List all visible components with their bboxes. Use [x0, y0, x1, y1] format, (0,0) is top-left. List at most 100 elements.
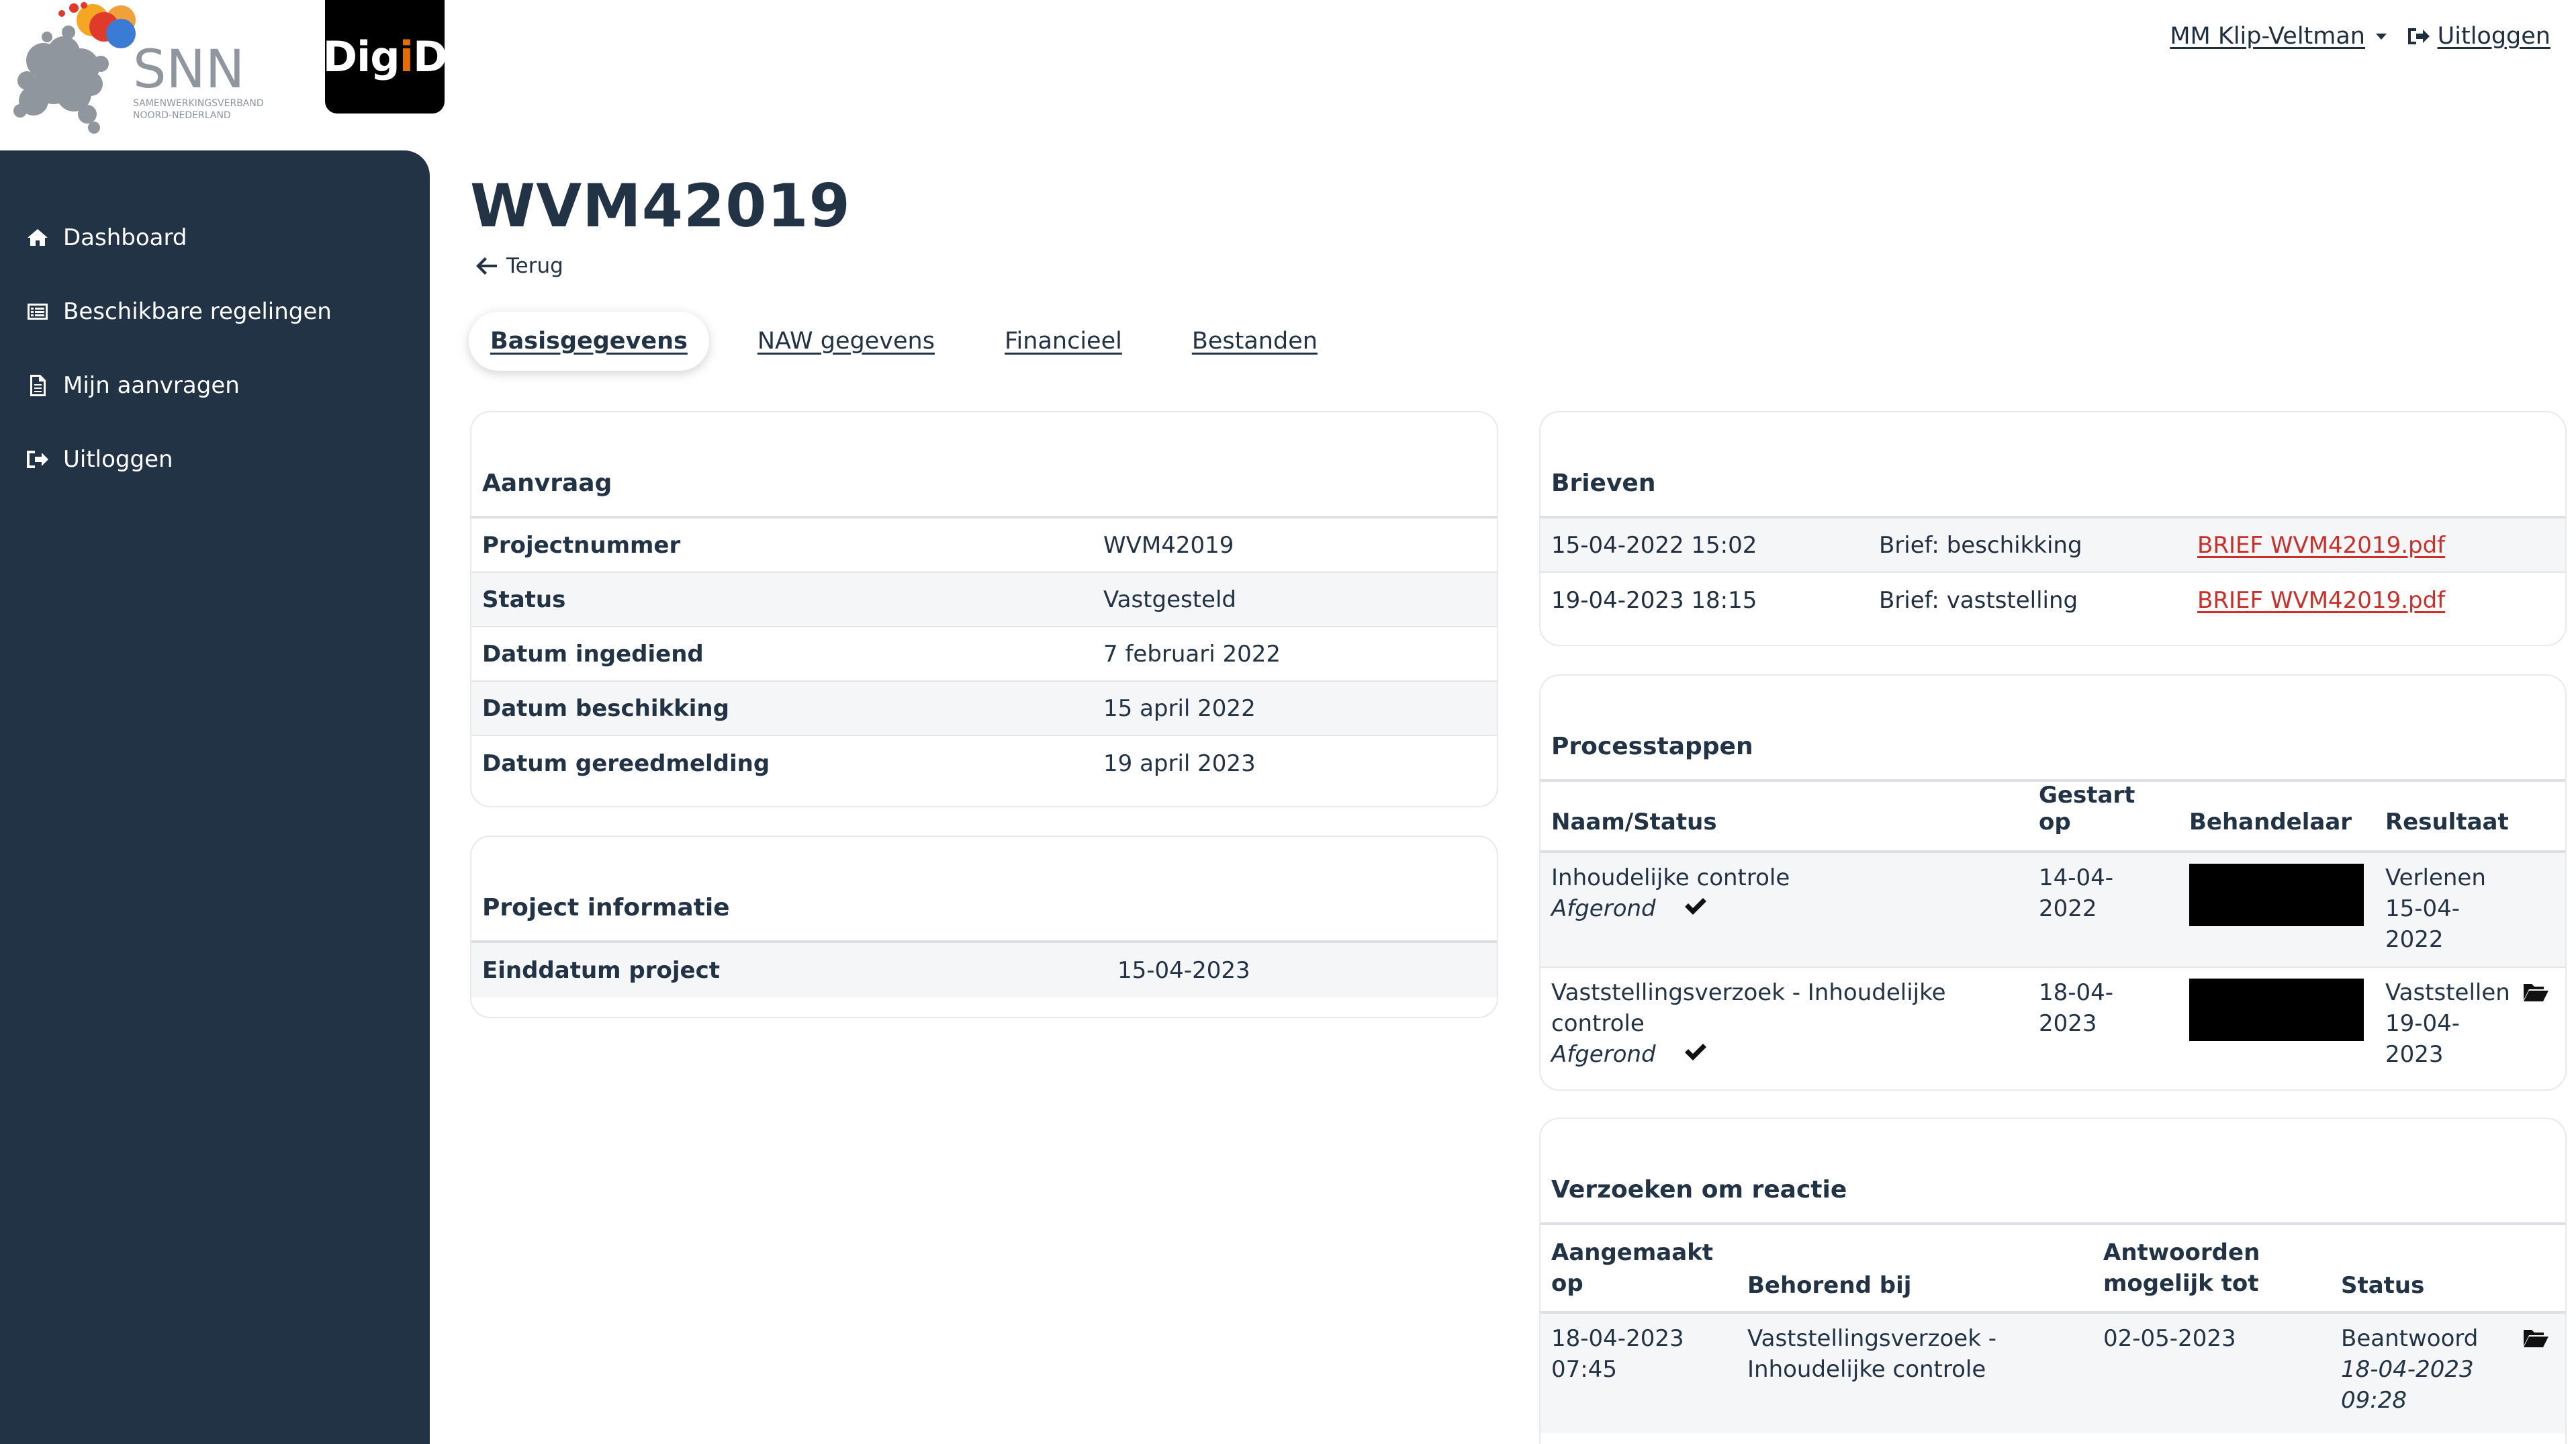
sidebar-item-mijn-aanvragen[interactable]: Mijn aanvragen: [26, 372, 240, 399]
aanvraag-card: Aanvraag Projectnummer WVM42019 Status Vas…: [470, 411, 1498, 807]
tab-naw-gegevens[interactable]: NAW gegevens: [736, 312, 956, 371]
sidebar: Dashboard Beschikbare regelingen Mijn aa…: [0, 150, 430, 1444]
step-started: 2023: [2039, 1010, 2097, 1037]
row-key: Datum beschikking: [482, 694, 729, 722]
request-related: Inhoudelijke controle: [1747, 1356, 1986, 1383]
table-header-row: Naam/Status Gestart op Behandelaar Resul…: [1540, 782, 2565, 852]
table-row: Datum ingediend 7 februari 2022: [471, 627, 1497, 682]
table-row: Einddatum project 15-04-2023: [471, 943, 1497, 997]
request-created: 07:45: [1551, 1356, 1617, 1383]
step-result-date: 2022: [2385, 926, 2444, 953]
brief-type: Brief: beschikking: [1879, 531, 2082, 559]
header-logout-link[interactable]: Uitloggen: [2407, 23, 2550, 50]
col-header: Gestart op: [2039, 782, 2135, 836]
sidebar-item-dashboard[interactable]: Dashboard: [26, 224, 187, 251]
table-row: 18-04-2023 07:45 Vaststellingsverzoek - In…: [1540, 1312, 2565, 1433]
sidebar-item-label: Dashboard: [63, 224, 187, 251]
sidebar-item-uitloggen[interactable]: Uitloggen: [26, 446, 173, 473]
sidebar-item-beschikbare-regelingen[interactable]: Beschikbare regelingen: [26, 298, 332, 325]
header-logout-label: Uitloggen: [2437, 23, 2550, 50]
row-key: Status: [482, 586, 566, 613]
table-row: Datum gereedmelding 19 april 2023: [471, 736, 1497, 791]
row-key: Datum ingediend: [482, 640, 704, 668]
brief-type: Brief: vaststelling: [1879, 586, 2078, 614]
sign-out-icon: [27, 451, 48, 468]
request-related: Vaststellingsverzoek -: [1747, 1325, 1996, 1352]
project-informatie-title: Project informatie: [471, 837, 1497, 943]
sign-out-icon: [2407, 28, 2430, 44]
aanvraag-rows: Projectnummer WVM42019 Status Vastgesteld …: [471, 518, 1497, 791]
request-status-date: 18-04-2023: [2341, 1356, 2474, 1383]
back-link[interactable]: Terug: [475, 254, 563, 278]
table-row: Status Vastgesteld: [471, 573, 1497, 627]
brief-date: 15-04-2022 15:02: [1551, 531, 1757, 559]
table-row: Projectnummer WVM42019: [471, 518, 1497, 573]
table-row: 15-04-2022 15:02 Brief: beschikking BRIE…: [1540, 518, 2565, 573]
tab-bar: Basisgegevens NAW gegevens Financieel Be…: [469, 312, 1366, 371]
document-icon: [30, 375, 46, 396]
verzoeken-card: Verzoeken om reactie Aangemaakt op Behore…: [1539, 1118, 2567, 1444]
step-result-date: 15-04-: [2385, 895, 2460, 922]
user-menu-dropdown[interactable]: MM Klip-Veltman: [2170, 23, 2387, 50]
verzoeken-table: Aangemaakt op Behorend bij Antwoorden moge…: [1540, 1225, 2565, 1433]
folder-open-icon[interactable]: [2522, 1326, 2549, 1357]
brief-file-link[interactable]: BRIEF WVM42019.pdf: [2197, 532, 2445, 559]
row-key: Einddatum project: [482, 956, 721, 984]
page-title: WVM42019: [470, 171, 851, 240]
row-value: 7 februari 2022: [1103, 640, 1281, 668]
col-header-text: mogelijk tot: [2103, 1270, 2259, 1297]
redacted-handler: [2189, 864, 2364, 926]
tab-financieel[interactable]: Financieel: [983, 312, 1144, 371]
table-row: Vaststellingsverzoek - Inhoudelijke cont…: [1540, 967, 2565, 1083]
row-value: 15-04-2023: [1117, 956, 1250, 984]
sidebar-item-label: Uitloggen: [63, 446, 173, 473]
col-header-text: op: [1551, 1270, 1583, 1297]
caret-down-icon: [2376, 33, 2387, 40]
list-icon: [28, 304, 48, 320]
step-status: Afgerond: [1551, 895, 1656, 922]
step-result-date: 2023: [2385, 1041, 2444, 1068]
step-status: Afgerond: [1551, 1041, 1656, 1068]
col-header: Behorend bij: [1747, 1272, 1912, 1299]
digid-logo-text: DigiD: [322, 32, 448, 81]
check-icon: [1683, 1040, 1708, 1071]
verzoeken-title: Verzoeken om reactie: [1540, 1119, 2565, 1225]
processtappen-table: Naam/Status Gestart op Behandelaar Resul…: [1540, 782, 2565, 1083]
col-header: Status: [2341, 1272, 2425, 1299]
brieven-title: Brieven: [1540, 412, 2565, 518]
step-name: Inhoudelijke controle: [1551, 864, 1790, 891]
col-header: Behandelaar: [2189, 809, 2352, 836]
step-result: Verlenen: [2385, 864, 2486, 891]
redacted-handler: [2189, 979, 2364, 1041]
sidebar-item-label: Beschikbare regelingen: [63, 298, 332, 325]
snn-logo[interactable]: SNN SAMENWERKINGSVERBAND NOORD-NEDERLAND: [7, 0, 289, 141]
col-header: Resultaat: [2385, 809, 2509, 836]
snn-logo-text: SNN: [133, 40, 244, 100]
home-icon: [28, 229, 48, 246]
row-key: Projectnummer: [482, 531, 681, 559]
tab-basisgegevens[interactable]: Basisgegevens: [469, 312, 709, 371]
brief-date: 19-04-2023 18:15: [1551, 586, 1757, 614]
row-value: Vastgesteld: [1103, 586, 1236, 613]
table-row: 19-04-2023 18:15 Brief: vaststelling BRI…: [1540, 573, 2565, 627]
step-result-date: 19-04-: [2385, 1010, 2460, 1037]
processtappen-title: Processtappen: [1540, 676, 2565, 782]
back-label: Terug: [506, 254, 563, 278]
row-value: 15 april 2022: [1103, 694, 1256, 722]
brieven-card: Brieven 15-04-2022 15:02 Brief: beschikk…: [1539, 411, 2567, 646]
svg-text:SAMENWERKINGSVERBAND: SAMENWERKINGSVERBAND: [133, 98, 264, 109]
user-name: MM Klip-Veltman: [2170, 23, 2365, 50]
project-informatie-card: Project informatie Einddatum project 15-…: [470, 836, 1498, 1018]
tab-bestanden[interactable]: Bestanden: [1170, 312, 1339, 371]
digid-logo[interactable]: DigiD: [322, 0, 448, 114]
row-key: Datum gereedmelding: [482, 750, 770, 777]
folder-open-icon[interactable]: [2522, 980, 2549, 1011]
col-header-text: Antwoorden: [2103, 1239, 2260, 1266]
step-name: Vaststellingsverzoek - Inhoudelijke: [1551, 979, 1946, 1006]
col-header: Naam/Status: [1551, 809, 1717, 836]
brief-file-link[interactable]: BRIEF WVM42019.pdf: [2197, 587, 2445, 614]
check-icon: [1683, 895, 1708, 926]
table-row: Datum beschikking 15 april 2022: [471, 682, 1497, 736]
request-deadline: 02-05-2023: [2103, 1325, 2236, 1352]
aanvraag-title: Aanvraag: [471, 412, 1497, 518]
